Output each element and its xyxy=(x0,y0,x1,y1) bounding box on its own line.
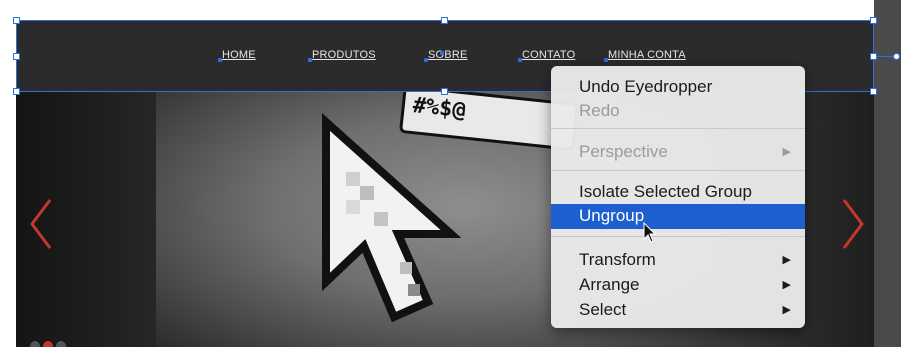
menu-item-transform[interactable]: Transform ▶ xyxy=(551,248,805,272)
resize-handle-right[interactable] xyxy=(870,53,877,60)
rotate-handle[interactable] xyxy=(893,53,900,60)
nav-produtos-link[interactable]: PRODUTOS xyxy=(312,49,376,61)
pixel-cursor-icon xyxy=(322,113,462,323)
menu-item-label: Isolate Selected Group xyxy=(579,182,752,201)
submenu-arrow-icon: ▶ xyxy=(782,304,791,316)
resize-handle-bottom-right[interactable] xyxy=(870,88,877,95)
menu-item-label: Redo xyxy=(579,101,620,120)
menu-item-label: Ungroup xyxy=(579,206,645,225)
context-menu: Undo Eyedropper Redo Perspective ▶ Isolat… xyxy=(551,66,805,328)
carousel-prev-icon[interactable] xyxy=(28,198,54,250)
canvas[interactable]: HOME PRODUTOS SOBRE CONTATO MINHA CONTA … xyxy=(0,0,901,347)
menu-item-arrange[interactable]: Arrange ▶ xyxy=(551,273,805,297)
anchor-point xyxy=(424,58,428,62)
submenu-arrow-icon: ▶ xyxy=(782,279,791,291)
nav-minha-conta-link[interactable]: MINHA CONTA xyxy=(608,49,686,61)
menu-item-label: Arrange xyxy=(579,275,640,294)
menu-separator xyxy=(551,170,805,171)
anchor-point xyxy=(604,58,608,62)
anchor-point xyxy=(218,58,222,62)
carousel-dot-active[interactable] xyxy=(43,341,53,347)
resize-handle-bottom-left[interactable] xyxy=(13,88,20,95)
menu-item-undo-eyedropper[interactable]: Undo Eyedropper xyxy=(551,75,805,99)
carousel-dot[interactable] xyxy=(56,341,66,347)
anchor-point xyxy=(518,58,522,62)
menu-item-label: Undo Eyedropper xyxy=(579,77,713,96)
nav-sobre-link[interactable]: SOBRE xyxy=(428,49,468,61)
carousel-dot[interactable] xyxy=(30,341,40,347)
menu-separator xyxy=(551,128,805,129)
resize-handle-bottom[interactable] xyxy=(441,88,448,95)
mouse-pointer-icon xyxy=(643,222,657,243)
menu-item-isolate-selected-group[interactable]: Isolate Selected Group xyxy=(551,180,805,204)
submenu-arrow-icon: ▶ xyxy=(782,146,791,158)
resize-handle-top-right[interactable] xyxy=(870,17,877,24)
artboard-margin xyxy=(0,0,874,20)
menu-item-redo: Redo xyxy=(551,99,805,123)
menu-item-label: Transform xyxy=(579,250,656,269)
anchor-point xyxy=(440,51,444,55)
nav-home-link[interactable]: HOME xyxy=(222,49,256,61)
resize-handle-top[interactable] xyxy=(441,17,448,24)
menu-item-perspective: Perspective ▶ xyxy=(551,140,805,164)
nav-contato-link[interactable]: CONTATO xyxy=(522,49,575,61)
anchor-point xyxy=(308,58,312,62)
carousel-indicators xyxy=(30,338,69,347)
submenu-arrow-icon: ▶ xyxy=(782,254,791,266)
menu-item-label: Select xyxy=(579,300,627,319)
resize-handle-top-left[interactable] xyxy=(13,17,20,24)
menu-item-label: Perspective xyxy=(579,142,668,161)
carousel-next-icon[interactable] xyxy=(840,198,866,250)
resize-handle-left[interactable] xyxy=(13,53,20,60)
menu-separator xyxy=(551,236,805,237)
menu-item-ungroup[interactable]: Ungroup xyxy=(551,204,805,229)
menu-item-select[interactable]: Select ▶ xyxy=(551,298,805,322)
